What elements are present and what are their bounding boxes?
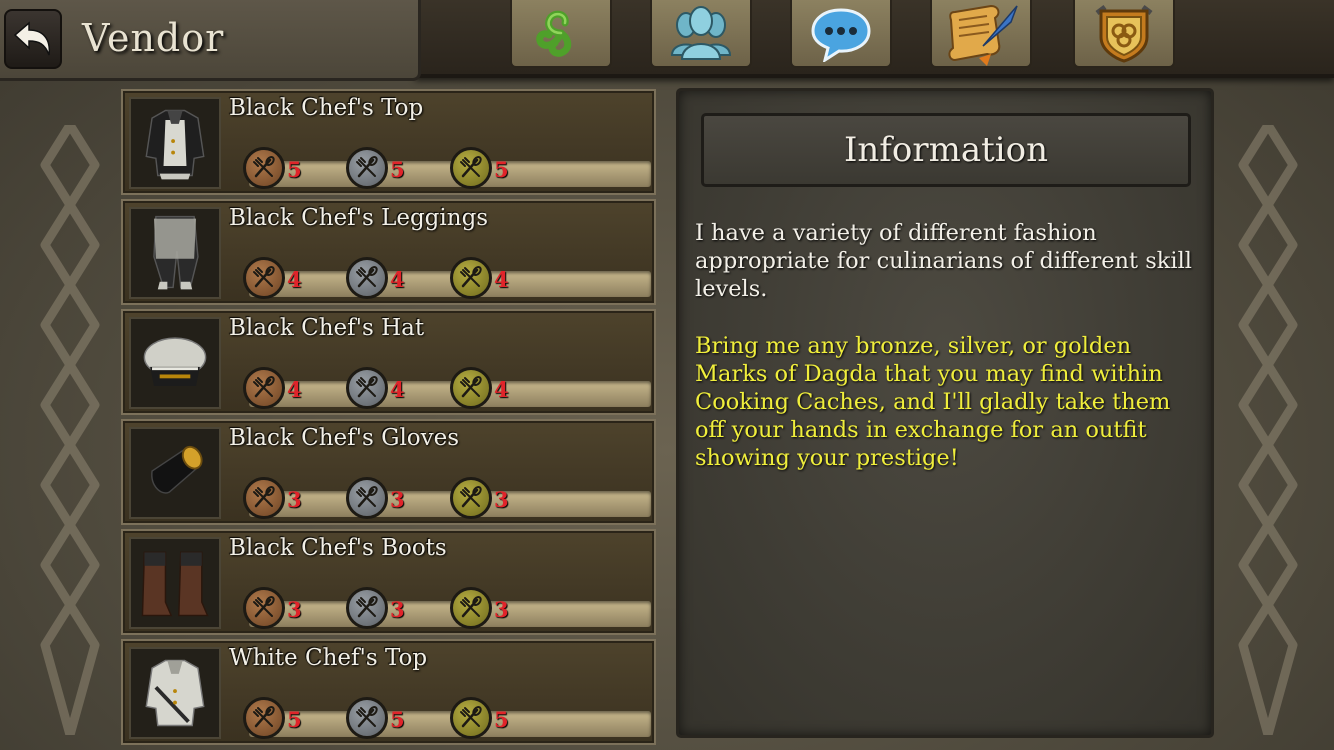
information-panel: Information I have a variety of differen… <box>676 88 1214 738</box>
gold-cost-value: 4 <box>494 377 509 402</box>
silver-mark-icon <box>346 367 388 409</box>
gold-mark-icon <box>450 147 492 189</box>
silver-mark-icon <box>346 697 388 739</box>
chef-hat-black-icon <box>129 317 221 409</box>
list-item[interactable]: Black Chef's Boots 3 3 3 <box>121 529 656 635</box>
silver-cost-value: 4 <box>390 267 405 292</box>
silver-mark-icon <box>346 587 388 629</box>
bronze-cost-value: 3 <box>287 487 302 512</box>
silver-mark-icon <box>346 477 388 519</box>
chef-top-black-icon <box>129 97 221 189</box>
list-item[interactable]: Black Chef's Top 5 5 5 <box>121 89 656 195</box>
bronze-mark-icon <box>243 697 285 739</box>
bronze-cost-value: 4 <box>287 267 302 292</box>
silver-cost-value: 5 <box>390 707 405 732</box>
chef-gloves-black-icon <box>129 427 221 519</box>
silver-mark-icon <box>346 147 388 189</box>
bronze-cost-value: 5 <box>287 157 302 182</box>
gold-cost-value: 5 <box>494 707 509 732</box>
gold-cost-value: 5 <box>494 157 509 182</box>
celtic-knot-left-decoration <box>40 125 100 735</box>
gold-cost-value: 3 <box>494 487 509 512</box>
bronze-cost-value: 3 <box>287 597 302 622</box>
bronze-cost-value: 4 <box>287 377 302 402</box>
list-item[interactable]: Black Chef's Leggings 4 4 4 <box>121 199 656 305</box>
information-title: Information <box>843 130 1049 170</box>
gold-mark-icon <box>450 257 492 299</box>
bronze-cost-value: 5 <box>287 707 302 732</box>
top-bar: Vendor <box>0 0 1334 81</box>
information-header: Information <box>701 113 1191 187</box>
item-name: White Chef's Top <box>229 645 428 671</box>
gold-cost-value: 4 <box>494 267 509 292</box>
bronze-mark-icon <box>243 257 285 299</box>
gold-mark-icon <box>450 587 492 629</box>
item-name: Black Chef's Leggings <box>229 205 489 231</box>
nav-button-chat[interactable] <box>790 0 892 68</box>
gold-mark-icon <box>450 697 492 739</box>
bronze-mark-icon <box>243 367 285 409</box>
bronze-mark-icon <box>243 147 285 189</box>
chef-boots-black-icon <box>129 537 221 629</box>
nav-button-triskele[interactable] <box>510 0 612 68</box>
information-description: I have a variety of different fashion ap… <box>695 220 1192 302</box>
gold-mark-icon <box>450 477 492 519</box>
silver-mark-icon <box>346 257 388 299</box>
bronze-mark-icon <box>243 587 285 629</box>
silver-cost-value: 4 <box>390 377 405 402</box>
chat-icon <box>811 8 871 62</box>
back-button[interactable] <box>4 9 62 69</box>
triskele-icon <box>536 10 572 57</box>
chef-top-white-icon <box>129 647 221 739</box>
chef-leggings-black-icon <box>129 207 221 299</box>
item-name: Black Chef's Gloves <box>229 425 460 451</box>
item-name: Black Chef's Hat <box>229 315 425 341</box>
item-name: Black Chef's Boots <box>229 535 447 561</box>
title-tab: Vendor <box>0 0 421 81</box>
bronze-mark-icon <box>243 477 285 519</box>
nav-button-quest[interactable] <box>930 0 1032 68</box>
quest-scroll-icon <box>948 4 1018 66</box>
item-name: Black Chef's Top <box>229 95 424 121</box>
gold-cost-value: 3 <box>494 597 509 622</box>
back-arrow-icon <box>13 21 51 56</box>
gold-mark-icon <box>450 367 492 409</box>
vendor-item-list[interactable]: Black Chef's Top 5 5 5 Black Chef's Legg… <box>121 89 658 750</box>
list-item[interactable]: Black Chef's Hat 4 4 4 <box>121 309 656 415</box>
nav-button-guild[interactable] <box>1073 0 1175 68</box>
silver-cost-value: 3 <box>390 487 405 512</box>
guild-crest-icon <box>1095 5 1153 63</box>
celtic-knot-right-decoration <box>1238 125 1298 735</box>
silver-cost-value: 3 <box>390 597 405 622</box>
group-icon <box>670 6 732 60</box>
nav-button-group[interactable] <box>650 0 752 68</box>
information-highlight: Bring me any bronze, silver, or golden M… <box>695 333 1171 471</box>
page-title: Vendor <box>82 16 225 60</box>
silver-cost-value: 5 <box>390 157 405 182</box>
list-item[interactable]: Black Chef's Gloves 3 3 3 <box>121 419 656 525</box>
list-item[interactable]: White Chef's Top 5 5 5 <box>121 639 656 745</box>
